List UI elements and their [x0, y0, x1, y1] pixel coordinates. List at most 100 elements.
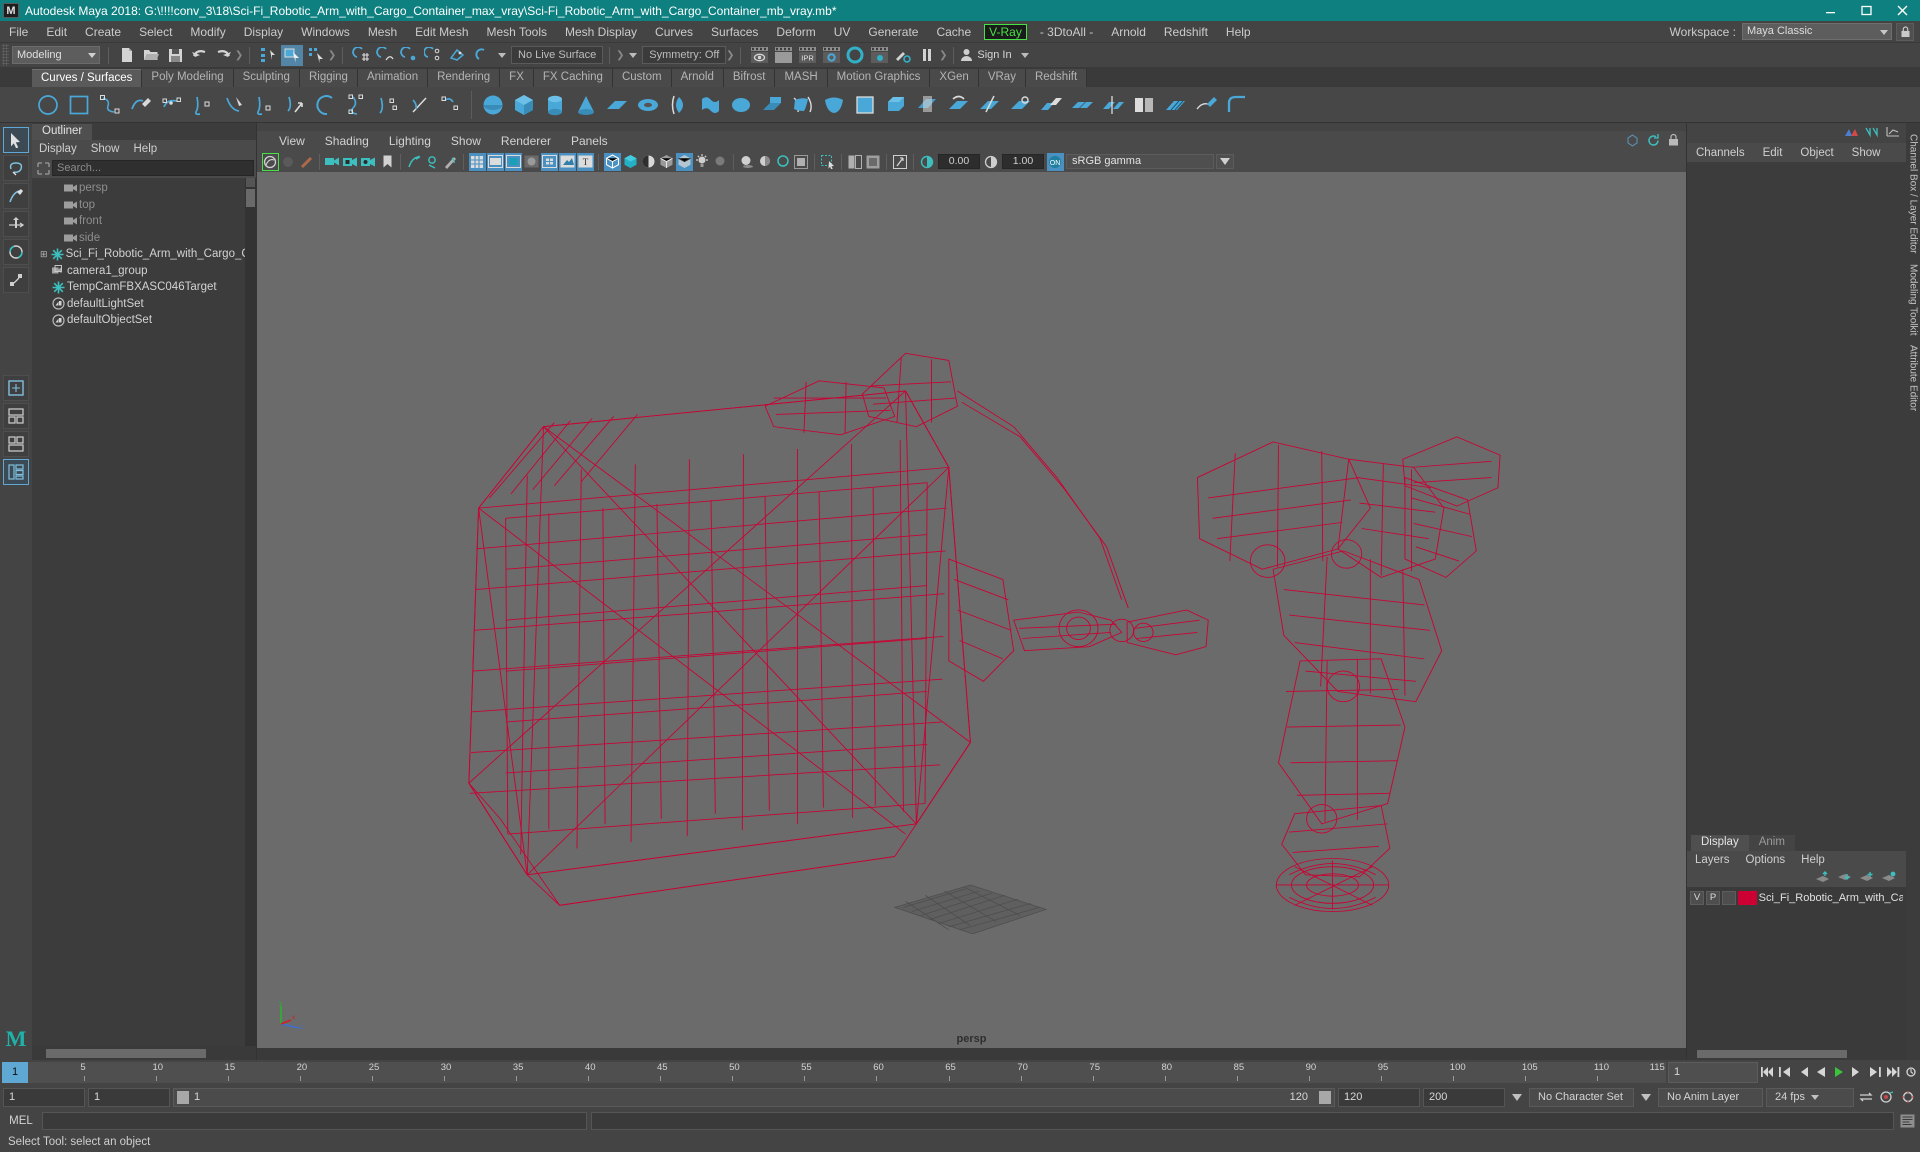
layer-menu-options[interactable]: Options	[1738, 854, 1794, 866]
shelf-tab-rendering[interactable]: Rendering	[428, 69, 501, 87]
safe-title-icon[interactable]: T	[576, 152, 594, 171]
menu-redshift[interactable]: Redshift	[1155, 21, 1217, 43]
ep-curve-tool-icon[interactable]	[94, 89, 125, 120]
animation-preferences-icon[interactable]	[1899, 1087, 1917, 1107]
shelf-tab-fx-caching[interactable]: FX Caching	[533, 69, 613, 87]
range-end-handle[interactable]	[1319, 1090, 1331, 1104]
symmetry-field[interactable]: Symmetry: Off	[642, 46, 727, 64]
layer-playback-toggle[interactable]: P	[1706, 890, 1721, 905]
range-slider[interactable]: 1 120	[173, 1087, 1335, 1107]
xray-joints-icon[interactable]	[847, 153, 864, 171]
bezier-curve-icon[interactable]	[156, 89, 187, 120]
menu-mesh[interactable]: Mesh	[359, 21, 406, 43]
close-button[interactable]	[1884, 0, 1920, 21]
grid-icon[interactable]	[468, 152, 486, 171]
shelf-tab-vray[interactable]: VRay	[978, 69, 1026, 87]
two-pane-layout-button[interactable]	[3, 403, 29, 429]
chevron-down-icon[interactable]	[1637, 1087, 1655, 1107]
three-pane-layout-button[interactable]	[3, 431, 29, 457]
refresh-icon[interactable]	[1646, 133, 1661, 151]
stereo-icon[interactable]	[442, 153, 459, 171]
step-back-key-icon[interactable]	[1794, 1062, 1812, 1082]
menu-file[interactable]: File	[0, 21, 37, 43]
nurbs-torus-icon[interactable]	[632, 89, 663, 120]
undo-icon[interactable]	[188, 45, 210, 66]
show-manipulator-icon[interactable]	[1844, 126, 1858, 141]
channelbox-menu-channels[interactable]: Channels	[1687, 147, 1754, 159]
channelbox-menu-edit[interactable]: Edit	[1754, 147, 1792, 159]
align-surfaces-icon[interactable]	[1035, 89, 1066, 120]
planar-icon[interactable]	[725, 89, 756, 120]
chevron-down-icon[interactable]	[1020, 52, 1029, 58]
paint-select-tool-button[interactable]	[3, 183, 29, 209]
shelf-tab-poly-modeling[interactable]: Poly Modeling	[142, 69, 234, 87]
menu-mesh-display[interactable]: Mesh Display	[556, 21, 646, 43]
outliner-vertical-scrollbar[interactable]	[245, 178, 256, 1046]
untrim-icon[interactable]	[1004, 89, 1035, 120]
render-sequence-icon[interactable]	[772, 45, 794, 66]
play-forwards-icon[interactable]	[1830, 1062, 1848, 1082]
vtab-attribute-editor[interactable]: Attribute Editor	[1908, 340, 1919, 416]
live-surface-field[interactable]: No Live Surface	[511, 46, 604, 64]
xray-active-components-icon[interactable]	[865, 153, 882, 171]
viewport-menu-show[interactable]: Show	[441, 134, 491, 148]
contrast-icon[interactable]	[983, 153, 1000, 171]
move-layer-down-icon[interactable]	[1837, 871, 1852, 886]
auto-key-icon[interactable]	[1878, 1087, 1896, 1107]
nurbs-cone-icon[interactable]	[570, 89, 601, 120]
layer-editor-horizontal-scrollbar[interactable]	[1687, 1047, 1906, 1060]
safe-action-icon[interactable]	[558, 152, 576, 171]
tab-outliner[interactable]: Outliner	[32, 124, 93, 140]
channel-box-icon[interactable]	[1865, 126, 1879, 141]
move-layer-up-icon[interactable]	[1815, 870, 1830, 886]
attach-curves-icon[interactable]	[373, 89, 404, 120]
outliner-item-side[interactable]: side	[32, 230, 256, 247]
gate-mask-icon[interactable]	[523, 153, 540, 171]
menu-windows[interactable]: Windows	[292, 21, 359, 43]
outliner-horizontal-scrollbar[interactable]	[32, 1046, 256, 1060]
lock-icon[interactable]	[1667, 133, 1680, 151]
intersect-surfaces-icon[interactable]	[911, 89, 942, 120]
attach-surfaces-icon[interactable]	[1066, 89, 1097, 120]
scroll-up-button[interactable]	[246, 178, 255, 187]
image-plane-icon[interactable]	[325, 153, 342, 171]
render-settings-icon[interactable]	[820, 45, 842, 66]
camera-settings-icon[interactable]	[361, 153, 378, 171]
shelf-tab-custom[interactable]: Custom	[612, 69, 672, 87]
menu-create[interactable]: Create	[76, 21, 130, 43]
step-back-frame-icon[interactable]	[1776, 1062, 1794, 1082]
square-surface-icon[interactable]	[849, 89, 880, 120]
wireframe-icon[interactable]	[603, 152, 621, 171]
snap-to-grid-icon[interactable]	[350, 45, 372, 66]
shadows-icon[interactable]	[739, 153, 756, 171]
search-icon[interactable]	[34, 160, 52, 176]
isolate-select-icon[interactable]	[820, 153, 837, 171]
cut-curve-icon[interactable]	[435, 89, 466, 120]
sign-in-button[interactable]: Sign In	[960, 48, 1033, 62]
offset-curve-icon[interactable]	[311, 89, 342, 120]
collapse-arrow-icon[interactable]: ❯	[939, 46, 947, 64]
scroll-thumb[interactable]	[246, 189, 255, 207]
shelf-tab-sculpting[interactable]: Sculpting	[233, 69, 300, 87]
menu-arnold[interactable]: Arnold	[1102, 21, 1155, 43]
bevel-icon[interactable]	[880, 89, 911, 120]
exposure-value-input[interactable]: 0.00	[938, 154, 980, 169]
viewport-menu-panels[interactable]: Panels	[561, 134, 618, 148]
shelf-tab-animation[interactable]: Animation	[357, 69, 429, 87]
menu-3dtoall[interactable]: - 3DtoAll -	[1031, 21, 1102, 43]
anim-layer-selector[interactable]: No Anim Layer	[1658, 1087, 1763, 1107]
display-layer-list[interactable]: V P Sci_Fi_Robotic_Arm_with_Carg	[1687, 887, 1906, 1047]
collapse-arrow-icon[interactable]: ❯	[616, 46, 624, 64]
motion-blur-icon[interactable]	[775, 153, 792, 171]
xray-icon[interactable]	[675, 152, 693, 171]
layer-color-swatch[interactable]	[1738, 890, 1757, 905]
select-by-component-icon[interactable]	[305, 45, 327, 66]
playback-speed-selector[interactable]: 24 fps	[1766, 1087, 1854, 1107]
pause-icon[interactable]	[916, 45, 938, 66]
four-pane-layout-button[interactable]	[3, 459, 29, 485]
outliner-item-tempcam-target[interactable]: TempCamFBXASC046Target	[32, 279, 256, 296]
render-setup-icon[interactable]	[868, 45, 890, 66]
bookmark-icon[interactable]	[379, 153, 396, 171]
rotate-tool-button[interactable]	[3, 239, 29, 265]
nurbs-cube-icon[interactable]	[508, 89, 539, 120]
